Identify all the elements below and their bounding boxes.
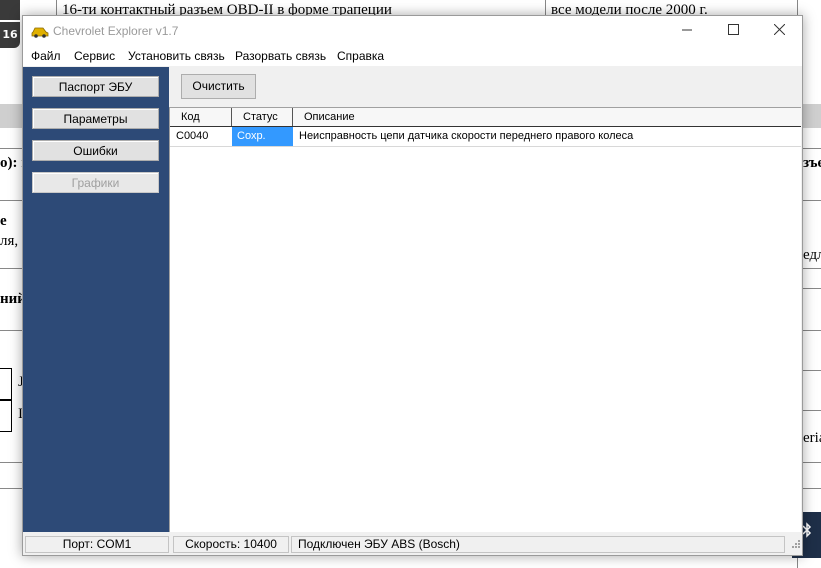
document-icon-top — [0, 0, 20, 20]
resize-grip-icon[interactable] — [790, 535, 800, 553]
table-line — [800, 370, 821, 371]
status-speed: Скорость: 10400 — [173, 536, 289, 553]
graphs-button: Графики — [32, 172, 159, 193]
menu-service[interactable]: Сервис — [74, 49, 115, 63]
doc-text: ля, — [0, 233, 19, 249]
title-bar[interactable]: Chevrolet Explorer v1.7 — [23, 16, 802, 46]
column-header-status[interactable]: Статус — [232, 108, 293, 126]
maximize-button[interactable] — [710, 16, 756, 46]
parameters-button[interactable]: Параметры — [32, 108, 159, 129]
menu-connect[interactable]: Установить связь — [128, 49, 225, 63]
minimize-button[interactable] — [664, 16, 710, 46]
window-title: Chevrolet Explorer v1.7 — [53, 24, 179, 38]
menu-help[interactable]: Справка — [337, 49, 384, 63]
close-button[interactable] — [756, 16, 802, 46]
table-line — [800, 410, 821, 411]
table-line — [56, 0, 57, 16]
menu-file[interactable]: Файл — [31, 49, 61, 63]
cell-description: Неисправность цепи датчика скорости пере… — [299, 130, 634, 142]
doc-text: е — [0, 213, 7, 229]
cell-code: C0040 — [176, 130, 209, 142]
navigation-panel: Паспорт ЭБУ Параметры Ошибки Графики — [23, 67, 169, 532]
app-window: Chevrolet Explorer v1.7 Файл Сервис Уста… — [22, 15, 803, 556]
menu-bar: Файл Сервис Установить связь Разорвать с… — [23, 46, 802, 66]
table-line — [800, 288, 821, 289]
status-port: Порт: COM1 — [25, 536, 169, 553]
table-line — [545, 0, 546, 16]
car-icon — [31, 25, 49, 43]
doc-text: зъе — [803, 155, 821, 171]
doc-text: eria — [803, 430, 821, 446]
menu-disconnect[interactable]: Разорвать связь — [235, 49, 326, 63]
column-header-code[interactable]: Код — [170, 108, 232, 126]
column-header-description[interactable]: Описание — [293, 108, 801, 126]
doc-text: едло — [803, 247, 821, 263]
table-line — [800, 330, 821, 331]
clear-button[interactable]: Очистить — [181, 74, 256, 99]
maximize-icon — [727, 22, 739, 40]
error-table[interactable]: Код Статус Описание C0040 Сохр. Неисправ… — [169, 107, 801, 532]
errors-button[interactable]: Ошибки — [32, 140, 159, 161]
cell-status: Сохр. — [232, 127, 293, 146]
ecu-passport-button[interactable]: Паспорт ЭБУ — [32, 76, 159, 97]
status-bar: Порт: COM1 Скорость: 10400 Подключен ЭБУ… — [23, 535, 802, 555]
minimize-icon — [681, 22, 693, 40]
toolbar: Очистить — [169, 67, 800, 105]
table-header: Код Статус Описание — [170, 108, 801, 127]
status-connection: Подключен ЭБУ ABS (Bosch) — [291, 536, 785, 553]
table-row[interactable]: C0040 Сохр. Неисправность цепи датчика с… — [170, 127, 801, 147]
obd-connector-icon: 16 — [0, 22, 20, 48]
close-icon — [773, 22, 785, 40]
